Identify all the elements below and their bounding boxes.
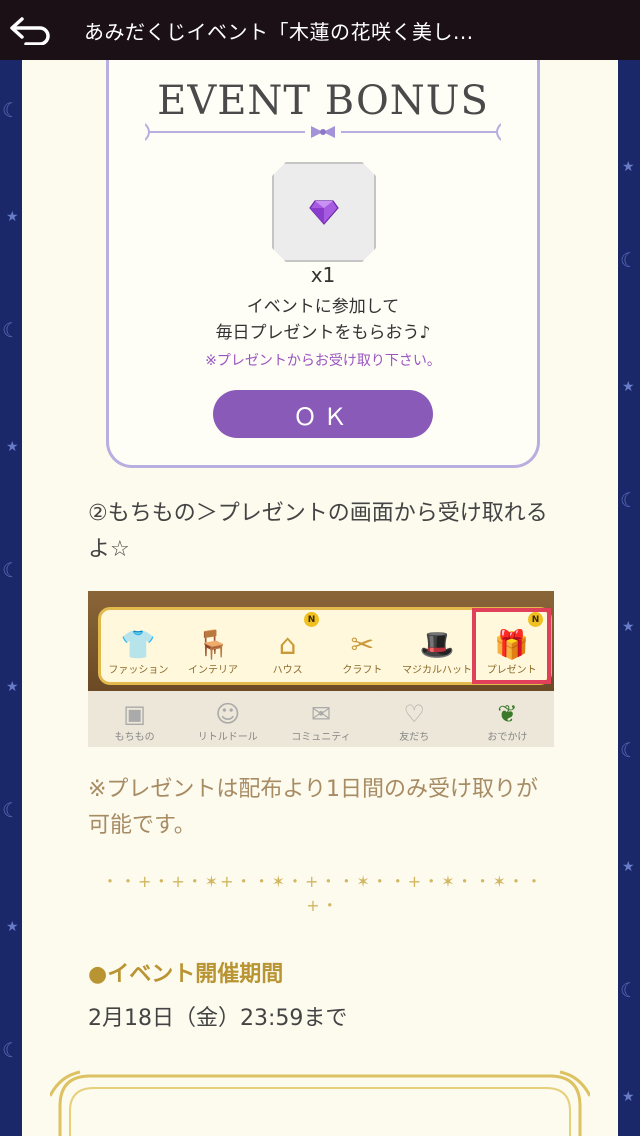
menu-item-magical-hat: 🎩 マジカルハット: [400, 610, 475, 682]
hat-icon: 🎩: [419, 628, 455, 661]
new-badge: N: [528, 612, 544, 627]
chat-icon: ✉: [310, 700, 332, 728]
bottom-item-label: リトルドール: [197, 732, 258, 743]
bonus-message-line1: イベントに参加して: [246, 297, 400, 317]
step-instruction: ②もちもの＞プレゼントの画面から受け取れるよ☆: [88, 501, 548, 562]
chair-icon: 🪑: [195, 628, 231, 661]
leaf-icon: ❦: [497, 700, 518, 728]
wardrobe-icon: ▣: [123, 700, 146, 728]
menu-item-label: マジカルハット: [402, 665, 473, 676]
doll-icon: ☺: [215, 700, 241, 728]
bottom-item-label: おでかけ: [487, 732, 528, 743]
event-period-heading: ●イベント開催期間: [88, 962, 284, 987]
menu-item-label: ハウス: [272, 665, 303, 676]
ok-button[interactable]: ＯＫ: [213, 390, 433, 438]
left-starry-border: ☾ ★ ☾ ★ ☾ ★ ☾ ★ ☾: [0, 60, 22, 1136]
bonus-note: ※プレゼントからお受け取り下さい。: [205, 353, 441, 369]
menu-item-present: N 🎁 プレゼント: [472, 608, 552, 684]
gift-icon: 🎁: [494, 628, 530, 661]
event-period-value: 2月18日（金）23:59まで: [88, 1006, 348, 1031]
gold-frame-border: [50, 1070, 590, 1136]
craft-icon: ✂: [350, 628, 375, 661]
bottom-item-friends: ♡ 友だち: [368, 691, 461, 747]
bottom-item-label: もちもの: [114, 732, 155, 743]
back-arrow-icon: [10, 17, 50, 45]
bottom-item-community: ✉ コミュニティ: [274, 691, 367, 747]
menu-item-label: クラフト: [342, 665, 383, 676]
shirt-icon: 👕: [120, 628, 156, 661]
present-availability-note: ※プレゼントは配布より1日間のみ受け取りが可能です。: [88, 777, 538, 838]
menu-item-label: プレゼント: [486, 665, 537, 676]
menu-strip: 👕 ファッション 🪑 インテリア N ⌂ ハウス ✂ クラフト 🎩 マジカルハッ…: [98, 607, 552, 685]
content-panel: EVENT BONUS x1 イベントに参加して 毎日プレゼントをもらおう♪ ※…: [22, 60, 618, 1136]
bottom-item-little-doll: ☺ リトルドール: [181, 691, 274, 747]
right-starry-border: ★ ☾ ★ ☾ ★ ☾ ★ ☾ ★: [618, 60, 640, 1136]
bottom-item-label: コミュニティ: [291, 732, 351, 743]
app-header: あみだくじイベント「木蓮の花咲く美し...: [0, 0, 640, 60]
bottom-item-label: 友だち: [399, 732, 430, 743]
bottom-item-go-out: ❦ おでかけ: [461, 691, 554, 747]
bonus-message-line2: 毎日プレゼントをもらおう♪: [215, 323, 431, 343]
bonus-item-box: [272, 162, 376, 262]
page-title: あみだくじイベント「木蓮の花咲く美し...: [84, 19, 474, 44]
new-badge: N: [304, 612, 320, 627]
purple-gem-icon: [309, 199, 339, 225]
menu-item-label: ファッション: [108, 665, 169, 676]
menu-item-craft: ✂ クラフト: [325, 610, 400, 682]
menu-bottom-bar: ▣ もちもの ☺ リトルドール ✉ コミュニティ ♡ 友だち ❦ おでかけ: [88, 691, 554, 747]
ribbon-divider: [145, 123, 501, 141]
bottom-item-belongings: ▣ もちもの: [88, 691, 181, 747]
house-icon: ⌂: [278, 628, 297, 661]
game-menu-screenshot: 👕 ファッション 🪑 インテリア N ⌂ ハウス ✂ クラフト 🎩 マジカルハッ…: [88, 591, 554, 747]
menu-item-interior: 🪑 インテリア: [176, 610, 251, 682]
back-button[interactable]: [0, 0, 60, 60]
bonus-quantity: x1: [310, 263, 336, 287]
menu-item-label: インテリア: [188, 665, 238, 676]
event-bonus-card: EVENT BONUS x1 イベントに参加して 毎日プレゼントをもらおう♪ ※…: [106, 60, 540, 468]
menu-item-house: N ⌂ ハウス: [250, 610, 325, 682]
friends-icon: ♡: [403, 700, 425, 728]
menu-item-fashion: 👕 ファッション: [101, 610, 176, 682]
sparkle-divider: ・・+・+・✶+・・✶・+・・✶・・+・✶・・✶・・+・: [101, 872, 545, 915]
